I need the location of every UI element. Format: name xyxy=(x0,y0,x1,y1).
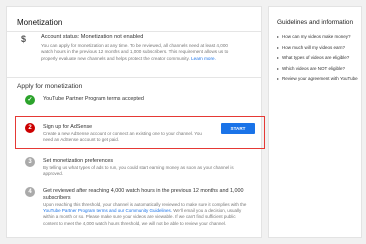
step-number: 4 xyxy=(25,187,35,197)
step-description: Create a new AdSense account or connect … xyxy=(43,131,202,143)
account-description: You can apply for monetization at any ti… xyxy=(41,43,229,61)
divider xyxy=(7,77,261,78)
monetization-card: Monetization $ Account status: Monetizat… xyxy=(6,6,265,238)
dollar-icon: $ xyxy=(21,34,27,44)
apply-section-title: Apply for monetization xyxy=(17,83,83,90)
guidelines-list: How can my videos make money? How much w… xyxy=(277,34,358,87)
step-title: Sign up for AdSense xyxy=(43,124,93,130)
step-description: Upon reaching this threshold, your chann… xyxy=(43,202,247,226)
partner-program-link[interactable]: YouTube Partner Program terms and our Co… xyxy=(43,208,172,213)
account-status: Account status: Monetization not enabled xyxy=(41,34,144,40)
step-title: Get reviewed after reaching 4,000 watch … xyxy=(43,188,244,201)
step-title: Set monetization preferences xyxy=(43,158,114,164)
guideline-link[interactable]: Review your agreement with YouTube xyxy=(277,76,358,87)
step-description: By telling us what types of ads to run, … xyxy=(43,165,234,177)
start-button[interactable]: START xyxy=(221,123,255,134)
guideline-link[interactable]: Which videos are NOT eligible? xyxy=(277,66,358,77)
step-title: YouTube Partner Program terms accepted xyxy=(43,96,144,102)
guideline-link[interactable]: How can my videos make money? xyxy=(277,34,358,45)
check-icon: ✓ xyxy=(25,95,35,105)
guideline-link[interactable]: How much will my videos earn? xyxy=(277,45,358,56)
step-number: 2 xyxy=(25,123,35,133)
step-number: 3 xyxy=(25,157,35,167)
guidelines-title: Guidelines and information xyxy=(277,19,354,26)
learn-more-link[interactable]: Learn more. xyxy=(191,56,216,61)
page-title: Monetization xyxy=(17,18,63,27)
divider xyxy=(7,31,261,32)
guidelines-card: Guidelines and information How can my vi… xyxy=(268,6,362,238)
guideline-link[interactable]: What types of videos are eligible? xyxy=(277,55,358,66)
